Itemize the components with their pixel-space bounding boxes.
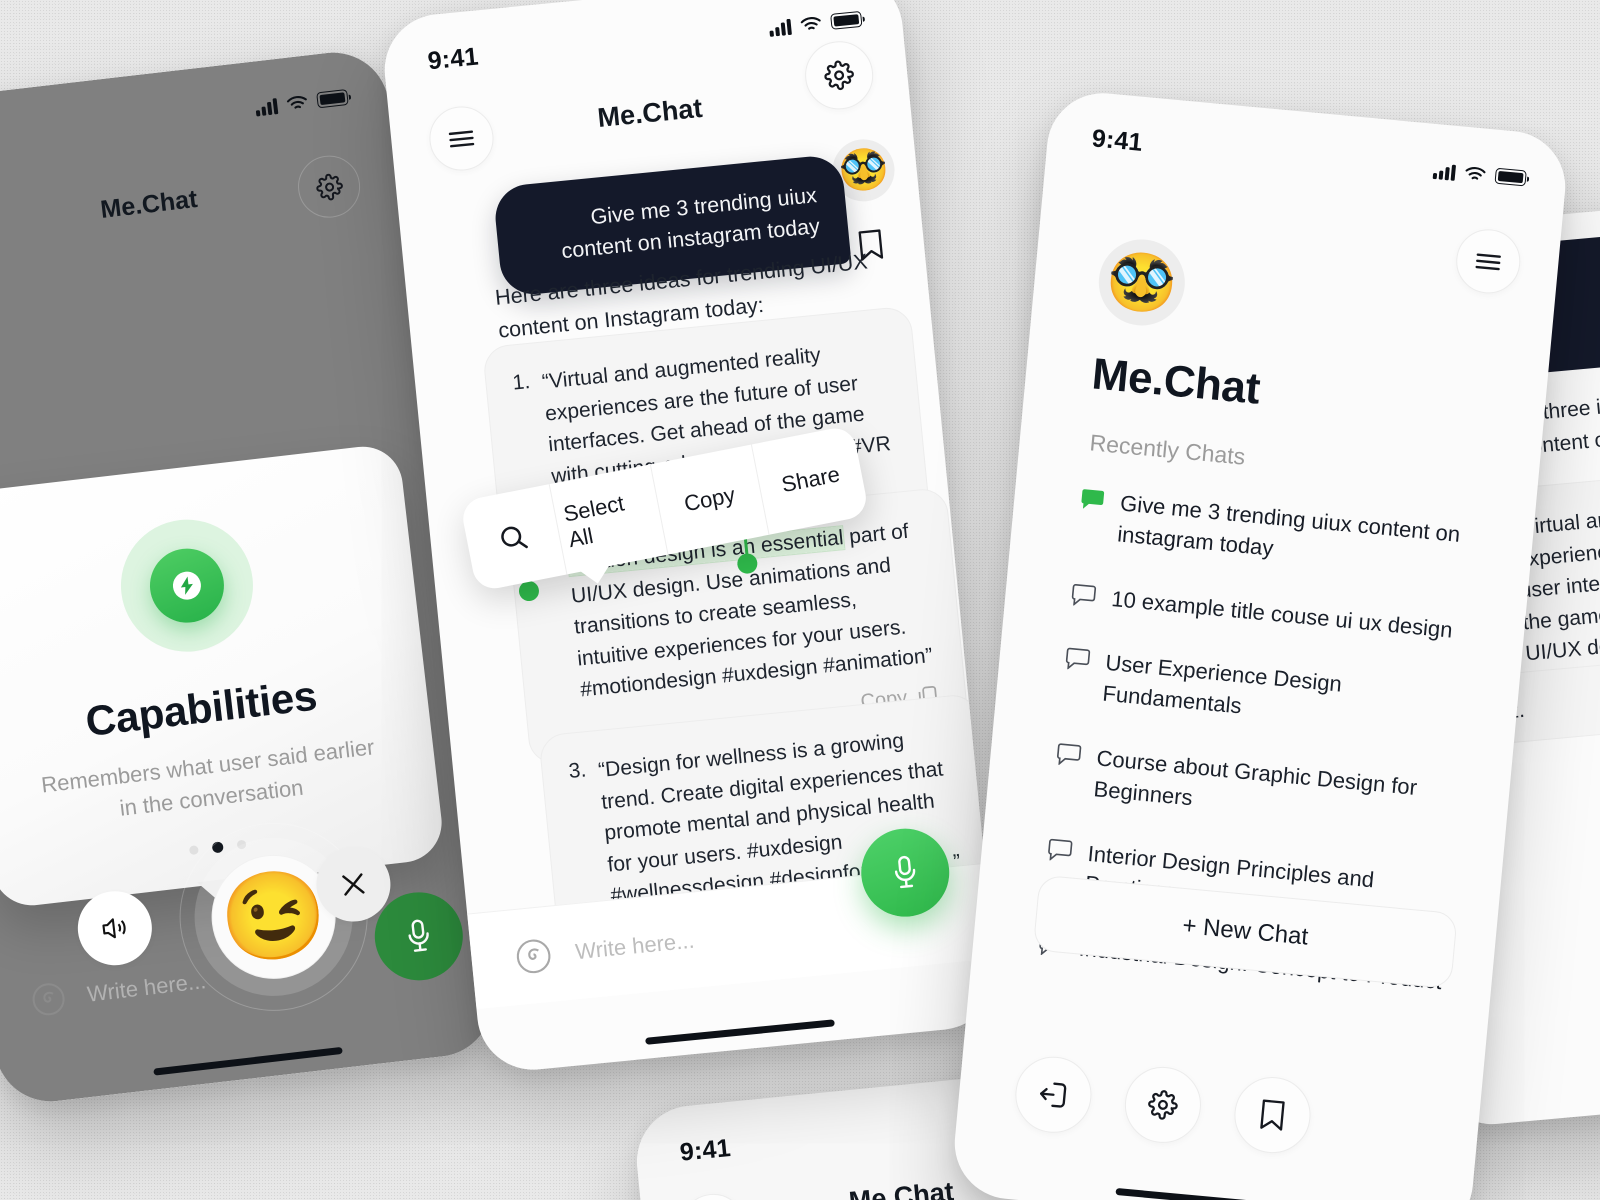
wifi-icon [1465, 167, 1486, 180]
home-indicator [1115, 1187, 1306, 1200]
context-menu-copy[interactable]: Copy [650, 444, 770, 555]
capabilities-title: Capabilities [83, 671, 320, 746]
status-time: 9:41 [678, 1133, 732, 1167]
list-item[interactable]: Course about Graphic Design for Beginner… [1053, 740, 1467, 839]
wifi-icon [800, 17, 821, 30]
design-showcase-canvas: Here are three ideas for trending UI/UX … [0, 0, 1600, 1200]
list-item[interactable]: User Experience Design Fundamentals [1061, 644, 1475, 743]
message-input-placeholder[interactable]: Write here... [574, 927, 695, 965]
hamburger-menu-icon[interactable] [1453, 226, 1524, 297]
status-time: 9:41 [426, 41, 480, 75]
cellular-signal-icon [1432, 161, 1457, 181]
bookmark-icon[interactable] [1231, 1073, 1314, 1157]
bookmark-icon[interactable] [856, 228, 885, 262]
chat-bubble-icon [1071, 583, 1097, 607]
search-icon[interactable] [459, 484, 568, 593]
status-icons [768, 10, 863, 37]
status-bar: 9:41 [1046, 88, 1571, 210]
attachment-spiral-icon [516, 938, 551, 973]
context-menu-select-all[interactable]: Select All [549, 464, 669, 575]
battery-full-icon [1494, 167, 1527, 187]
battery-full-icon [316, 88, 349, 109]
capability-halo [113, 512, 261, 659]
memoji-masked-avatar[interactable]: 🥸 [1095, 235, 1189, 330]
wifi-icon [286, 95, 307, 109]
lightning-bolt-icon [171, 570, 203, 602]
phone-mockup-history: 9:41 🥸 Me.Chat Recently Chats Give me 3 … [949, 88, 1571, 1200]
battery-full-icon [830, 10, 863, 30]
chat-bubble-icon [1056, 743, 1082, 767]
list-item[interactable]: Give me 3 trending uiux content on insta… [1076, 485, 1490, 584]
bottom-nav [1012, 1053, 1437, 1167]
attachment-spiral-icon [32, 983, 65, 1016]
chat-bubble-icon [1065, 647, 1091, 671]
list-item-label: Course about Graphic Design for Beginner… [1092, 745, 1419, 811]
section-label-recently-chats: Recently Chats [1088, 429, 1247, 470]
gear-icon[interactable] [1121, 1063, 1205, 1147]
cellular-signal-icon [768, 17, 792, 37]
page-title: Me.Chat [1089, 349, 1263, 414]
context-menu-share[interactable]: Share [752, 425, 870, 535]
gear-icon[interactable] [294, 152, 364, 222]
capability-orb [145, 544, 228, 627]
chat-bubble-filled-icon [1080, 488, 1106, 512]
cellular-signal-icon [255, 97, 279, 117]
status-icons [255, 88, 349, 117]
capabilities-subtitle: Remembers what user said earlier in the … [39, 734, 376, 821]
answer-number: 3. [567, 758, 588, 783]
chat-bubble-icon [1047, 838, 1073, 862]
list-item[interactable]: 10 example title couse ui ux design [1070, 580, 1481, 649]
list-item-label: User Experience Design Fundamentals [1101, 650, 1343, 719]
list-item-label: Give me 3 trending uiux content on insta… [1116, 490, 1462, 561]
message-input-placeholder[interactable]: Write here... [86, 968, 208, 1008]
carousel-dot[interactable] [188, 844, 199, 855]
logout-icon[interactable] [1012, 1053, 1095, 1137]
status-icons [1432, 161, 1527, 187]
phone-mockup-chat: 9:41 Me.Chat 🥸 Give me 3 trending uiux c… [379, 0, 1001, 1075]
home-indicator [645, 1019, 835, 1045]
status-time: 9:41 [1090, 123, 1144, 157]
list-item-label: 10 example title couse ui ux design [1110, 585, 1454, 643]
